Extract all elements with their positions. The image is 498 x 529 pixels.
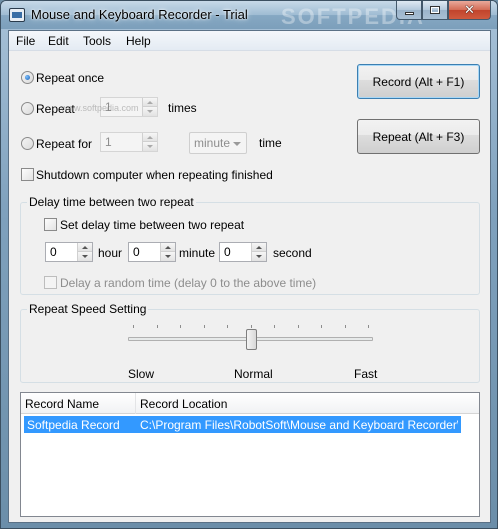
repeat-for-value: 1: [105, 135, 112, 149]
second-value: 0: [224, 245, 231, 259]
random-delay-label[interactable]: Delay a random time (delay 0 to the abov…: [60, 276, 316, 290]
slider-tick: [297, 325, 299, 328]
spin-down-button[interactable]: [143, 107, 157, 116]
time-label: time: [259, 136, 282, 150]
menu-file[interactable]: File: [16, 34, 35, 48]
shutdown-checkbox[interactable]: [21, 168, 34, 181]
table-row[interactable]: Softpedia Record C:\Program Files\RobotS…: [24, 416, 461, 433]
spin-up-button[interactable]: [252, 243, 266, 252]
slider-tick: [344, 325, 346, 328]
slider-tick: [321, 325, 322, 328]
arrow-up-icon: [147, 100, 153, 104]
slider-tick: [203, 325, 205, 328]
chevron-down-icon: [233, 142, 241, 146]
slider-tick: [133, 325, 134, 328]
spinner-arrows: [160, 243, 175, 261]
spin-up-button[interactable]: [78, 243, 92, 252]
time-unit-value: minute: [194, 136, 231, 150]
window-title: Mouse and Keyboard Recorder - Trial: [31, 7, 248, 22]
app-window: Mouse and Keyboard Recorder - Trial SOFT…: [0, 0, 498, 529]
set-delay-checkbox[interactable]: [44, 218, 57, 231]
title-bar[interactable]: Mouse and Keyboard Recorder - Trial SOFT…: [1, 1, 497, 29]
shutdown-label[interactable]: Shutdown computer when repeating finishe…: [36, 168, 273, 182]
maximize-icon: [430, 6, 440, 14]
arrow-down-icon: [147, 110, 153, 113]
spin-down-button[interactable]: [161, 252, 175, 261]
spinner-arrows: [142, 98, 157, 116]
maximize-button[interactable]: [422, 1, 448, 20]
minimize-button[interactable]: [396, 1, 422, 20]
record-list-header: Record Name Record Location: [21, 393, 479, 414]
slider-tick: [250, 325, 252, 328]
close-icon: ✕: [464, 2, 475, 17]
client-area: File Edit Tools Help Repeat once Repeat …: [8, 30, 491, 523]
times-label: times: [168, 101, 197, 115]
spinner-arrows: [251, 243, 266, 261]
arrow-up-icon: [165, 245, 171, 249]
repeat-for-label[interactable]: Repeat for: [36, 137, 92, 151]
record-name-cell: Softpedia Record: [27, 418, 120, 432]
arrow-up-icon: [256, 245, 262, 249]
arrow-down-icon: [256, 255, 262, 258]
hour-spinner[interactable]: 0: [45, 242, 93, 262]
slider-tick: [180, 325, 181, 328]
menu-help[interactable]: Help: [126, 34, 151, 48]
repeat-once-label[interactable]: Repeat once: [36, 71, 104, 85]
spin-up-button[interactable]: [143, 133, 157, 142]
repeat-button[interactable]: Repeat (Alt + F3): [357, 119, 480, 154]
minimize-icon: [404, 11, 414, 15]
arrow-down-icon: [165, 255, 171, 258]
menu-edit[interactable]: Edit: [48, 34, 69, 48]
app-icon[interactable]: [9, 8, 25, 22]
spin-down-button[interactable]: [252, 252, 266, 261]
watermark-url: www.softpedia.com: [61, 103, 139, 113]
arrow-down-icon: [82, 255, 88, 258]
repeat-once-radio[interactable]: [21, 71, 34, 84]
time-unit-select[interactable]: minute: [189, 132, 247, 154]
record-button[interactable]: Record (Alt + F1): [357, 64, 480, 99]
arrow-up-icon: [147, 135, 153, 139]
delay-group-title: Delay time between two repeat: [27, 195, 196, 209]
column-record-name[interactable]: Record Name: [21, 393, 136, 414]
slow-label: Slow: [128, 367, 155, 381]
fast-label: Fast: [354, 367, 378, 381]
hour-value: 0: [50, 245, 57, 259]
spin-up-button[interactable]: [161, 243, 175, 252]
caption-buttons: ✕: [396, 1, 491, 21]
minute-spinner[interactable]: 0: [128, 242, 176, 262]
speed-slider-thumb[interactable]: [245, 329, 257, 350]
repeat-n-radio[interactable]: [21, 102, 34, 115]
record-list[interactable]: Record Name Record Location Softpedia Re…: [20, 392, 480, 517]
random-delay-checkbox[interactable]: [44, 276, 57, 289]
delay-group: Delay time between two repeat Set delay …: [20, 195, 480, 295]
spin-down-button[interactable]: [78, 252, 92, 261]
close-button[interactable]: ✕: [448, 1, 491, 20]
hour-label: hour: [98, 246, 123, 260]
slider-tick: [227, 325, 228, 328]
second-spinner[interactable]: 0: [219, 242, 267, 262]
menu-tools[interactable]: Tools: [83, 34, 111, 48]
column-record-location[interactable]: Record Location: [136, 393, 479, 414]
slider-tick: [368, 325, 369, 328]
slider-tick: [274, 325, 275, 328]
minute-label: minute: [179, 246, 216, 260]
spinner-arrows: [77, 243, 92, 261]
spin-up-button[interactable]: [143, 98, 157, 107]
repeat-for-radio[interactable]: [21, 137, 34, 150]
menu-bar: File Edit Tools Help: [9, 31, 490, 51]
speed-group-title: Repeat Speed Setting: [27, 302, 149, 316]
slider-tick: [156, 325, 158, 328]
normal-label: Normal: [234, 367, 273, 381]
record-location-cell: C:\Program Files\RobotSoft\Mouse and Key…: [140, 418, 458, 432]
spin-down-button[interactable]: [143, 142, 157, 151]
minute-value: 0: [133, 245, 140, 259]
spinner-arrows: [142, 133, 157, 151]
speed-group: Repeat Speed Setting Slow Normal Fast: [20, 302, 480, 383]
arrow-down-icon: [147, 145, 153, 148]
second-label: second: [273, 246, 312, 260]
set-delay-label[interactable]: Set delay time between two repeat: [60, 218, 244, 232]
repeat-for-spinner[interactable]: 1: [100, 132, 158, 152]
arrow-up-icon: [82, 245, 88, 249]
